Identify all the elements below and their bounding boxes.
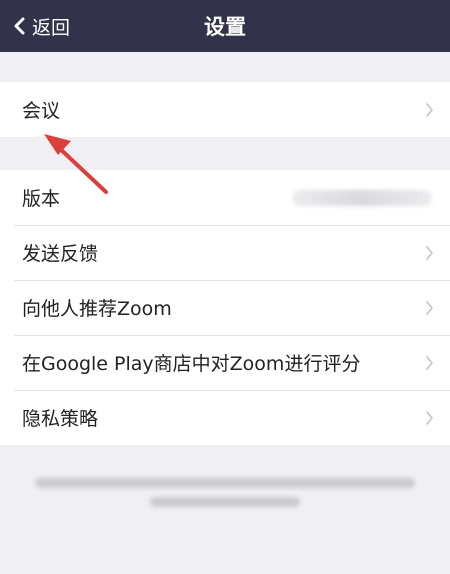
settings-item-label: 版本 [22, 188, 61, 210]
page-title: 设置 [204, 15, 246, 39]
settings-item-feedback[interactable]: 发送反馈 [0, 225, 450, 280]
chevron-right-icon [426, 102, 433, 117]
settings-item-label: 向他人推荐Zoom [22, 298, 172, 320]
chevron-right-icon [426, 410, 433, 425]
settings-item-recommend[interactable]: 向他人推荐Zoom [0, 280, 450, 335]
version-value [292, 189, 432, 206]
settings-item-label: 会议 [22, 100, 61, 122]
settings-item-privacy[interactable]: 隐私策略 [0, 390, 450, 445]
settings-item-label: 在Google Play商店中对Zoom进行评分 [22, 353, 361, 375]
nav-bar: 返回 设置 [0, 0, 450, 52]
chevron-right-icon [426, 245, 433, 260]
settings-item-meeting[interactable]: 会议 [0, 82, 450, 137]
copyright-line [35, 478, 415, 488]
settings-item-label: 隐私策略 [22, 408, 99, 430]
settings-item-version: 版本 [0, 170, 450, 225]
arrow-head-icon [44, 134, 71, 155]
meeting-section: 会议 [0, 82, 450, 137]
chevron-right-icon [426, 355, 433, 370]
chevron-right-icon [426, 300, 433, 315]
settings-item-label: 发送反馈 [22, 243, 99, 265]
settings-item-rate[interactable]: 在Google Play商店中对Zoom进行评分 [0, 335, 450, 390]
copyright-line [150, 497, 300, 507]
copyright-notice [30, 478, 420, 507]
app-section: 版本 发送反馈 向他人推荐Zoom 在Google Play商店中对Zoom进行… [0, 170, 450, 445]
